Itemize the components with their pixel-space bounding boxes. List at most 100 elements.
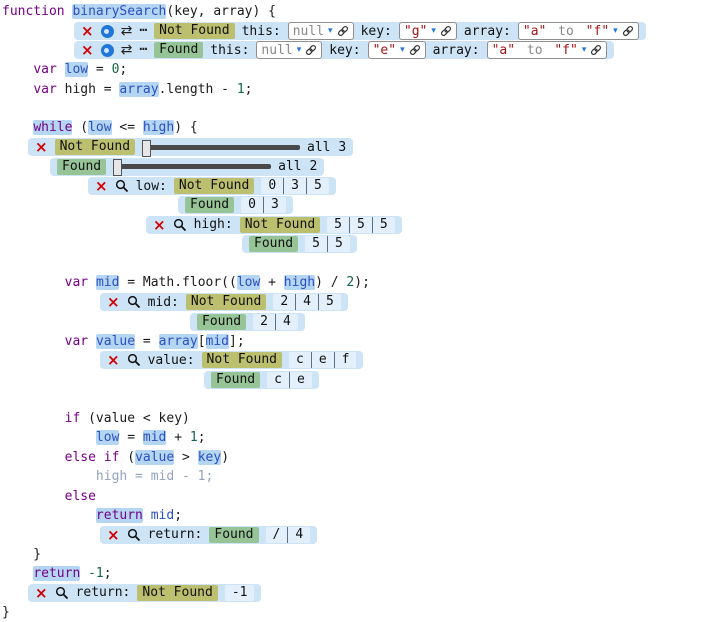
- code-token: );: [354, 275, 370, 290]
- code-line: low = mid + 1;: [2, 428, 712, 447]
- more-options-icon[interactable]: ⋯: [139, 43, 147, 57]
- probe-log-widget: ×value:Not Foundcef: [100, 351, 363, 369]
- probe-label: low:: [136, 179, 167, 194]
- code-token: array: [159, 334, 198, 349]
- param-label: array:: [433, 43, 480, 58]
- code-token: low: [88, 120, 111, 135]
- swap-arrows-icon[interactable]: ⇄: [121, 43, 133, 57]
- code-token: high: [143, 120, 174, 135]
- value-dropdown[interactable]: "a" to "f"▾: [487, 41, 608, 59]
- link-icon[interactable]: [440, 25, 452, 37]
- probe-label: mid:: [148, 295, 179, 310]
- code-line: while (low <= high) {: [2, 118, 712, 137]
- code-token: [143, 508, 151, 523]
- value-dropdown[interactable]: "a" to "f"▾: [518, 22, 639, 40]
- dropdown-value: to: [519, 43, 550, 58]
- widget-line: ×value:Not Foundcef: [2, 351, 712, 370]
- link-icon[interactable]: [590, 44, 602, 56]
- status-badge: Found: [197, 314, 246, 330]
- code-token: [96, 450, 104, 465]
- code-token: [2, 275, 65, 290]
- close-icon[interactable]: ×: [35, 586, 48, 600]
- link-icon[interactable]: [409, 44, 421, 56]
- value-dropdown[interactable]: "g"▾: [399, 22, 457, 40]
- iteration-count-label: all 2: [278, 159, 317, 174]
- close-icon[interactable]: ×: [81, 24, 94, 38]
- code-token: var: [65, 275, 88, 290]
- code-token: mid: [143, 430, 166, 445]
- code-line: return mid;: [2, 506, 712, 525]
- code-line: return -1;: [2, 564, 712, 583]
- code-line: }: [2, 545, 712, 564]
- widget-line: ×low:Not Found035: [2, 176, 712, 195]
- probe-log-widget: ×return:Not Found-1: [28, 584, 261, 602]
- value-cell: 5: [327, 236, 350, 252]
- code-token: [2, 82, 33, 97]
- value-cell: 0: [241, 197, 263, 213]
- code-token: 0: [112, 62, 120, 77]
- code-token: while: [33, 120, 72, 135]
- iteration-slider[interactable]: [142, 145, 300, 150]
- probe-log-widget: ×high:Not Found555: [146, 216, 402, 234]
- value-dropdown[interactable]: null▾: [288, 22, 354, 40]
- code-token: 2: [346, 275, 354, 290]
- code-token: [2, 334, 65, 349]
- close-icon[interactable]: ×: [107, 295, 120, 309]
- value-list: 03: [241, 197, 286, 213]
- link-icon[interactable]: [305, 44, 317, 56]
- code-token: high: [284, 275, 315, 290]
- close-icon[interactable]: ×: [107, 528, 120, 542]
- toggle-icon[interactable]: [101, 25, 114, 38]
- close-icon[interactable]: ×: [35, 140, 48, 154]
- status-badge: Found: [211, 372, 260, 388]
- probe-label: return:: [148, 527, 203, 542]
- widget-line: Foundce: [2, 370, 712, 389]
- code-token: binarySearch: [72, 4, 166, 19]
- value-list: 555: [327, 217, 394, 233]
- dropdown-value: to: [550, 24, 581, 39]
- value-list: 035: [261, 178, 328, 194]
- swap-arrows-icon[interactable]: ⇄: [121, 24, 133, 38]
- value-cell: 2: [273, 294, 295, 310]
- value-cell: 5: [305, 236, 327, 252]
- code-token: ): [221, 450, 229, 465]
- code-token: value: [96, 334, 135, 349]
- code-token: (value < key): [80, 411, 190, 426]
- code-token: return: [33, 566, 80, 581]
- iteration-slider[interactable]: [113, 164, 271, 169]
- more-options-icon[interactable]: ⋯: [139, 24, 147, 38]
- close-icon[interactable]: ×: [107, 353, 120, 367]
- caret-down-icon: ▾: [400, 45, 405, 55]
- value-dropdown[interactable]: null▾: [256, 41, 322, 59]
- call-widget: ×⇄⋯Not Foundthis:null▾key:"g"▾array:"a" …: [74, 22, 646, 40]
- slider-handle[interactable]: [142, 140, 151, 157]
- code-token: ;: [198, 430, 206, 445]
- toggle-icon[interactable]: [101, 44, 114, 57]
- close-icon[interactable]: ×: [95, 179, 108, 193]
- value-list: -1: [225, 585, 255, 601]
- close-icon[interactable]: ×: [153, 218, 166, 232]
- value-cell: 4: [275, 314, 298, 330]
- status-badge: Not Found: [240, 217, 320, 233]
- code-token: [2, 120, 33, 135]
- code-token: [2, 566, 33, 581]
- code-line: var value = array[mid];: [2, 331, 712, 350]
- call-widget: ×⇄⋯Foundthis:null▾key:"e"▾array:"a" to "…: [74, 41, 614, 59]
- code-token: ;: [174, 508, 182, 523]
- close-icon[interactable]: ×: [81, 43, 94, 57]
- probe-label: value:: [148, 353, 195, 368]
- code-line: }: [2, 603, 712, 622]
- code-token: low: [65, 62, 88, 77]
- link-icon[interactable]: [622, 25, 634, 37]
- link-icon[interactable]: [337, 25, 349, 37]
- slider-handle[interactable]: [113, 159, 122, 176]
- code-token: [80, 566, 88, 581]
- code-token: return: [96, 508, 143, 523]
- code-token: [2, 62, 33, 77]
- param-label: this:: [242, 24, 281, 39]
- value-cell: 5: [327, 217, 349, 233]
- widget-line: Found55: [2, 235, 712, 254]
- value-dropdown[interactable]: "e"▾: [368, 41, 426, 59]
- blank-line: [2, 254, 712, 273]
- code-token: key: [198, 450, 221, 465]
